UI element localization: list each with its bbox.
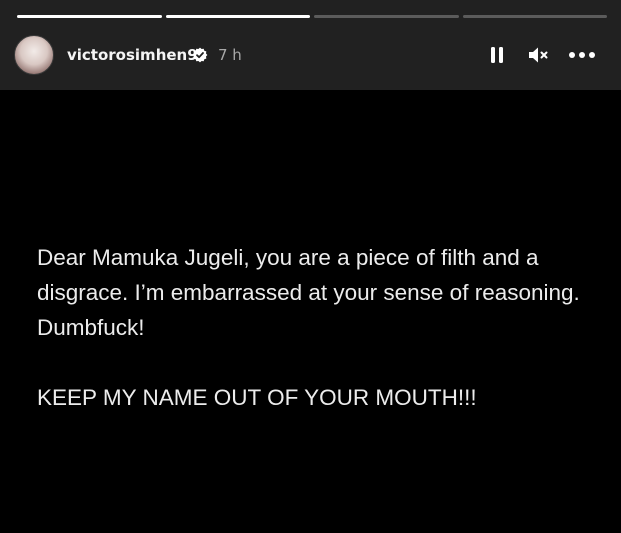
story-message: Dear Mamuka Jugeli, you are a piece of f…	[37, 245, 580, 340]
more-options-icon	[569, 52, 595, 58]
mute-button[interactable]	[526, 44, 550, 66]
more-options-button[interactable]	[567, 44, 597, 66]
story-header: victorosimhen9 7 h	[0, 0, 621, 90]
avatar[interactable]	[14, 35, 54, 75]
speaker-muted-icon	[529, 47, 548, 63]
post-time: 7 h	[218, 46, 242, 64]
progress-segment	[17, 15, 162, 18]
progress-segment	[462, 15, 607, 18]
pause-button[interactable]	[487, 44, 507, 66]
story-shout: KEEP MY NAME OUT OF YOUR MOUTH!!!	[37, 385, 477, 410]
story-progress-bar	[17, 15, 607, 18]
story-text: Dear Mamuka Jugeli, you are a piece of f…	[37, 240, 607, 415]
progress-segment	[165, 15, 310, 18]
pause-icon	[491, 47, 503, 63]
progress-segment	[314, 15, 459, 18]
verified-badge-icon	[192, 47, 208, 63]
username[interactable]: victorosimhen9	[67, 46, 198, 64]
